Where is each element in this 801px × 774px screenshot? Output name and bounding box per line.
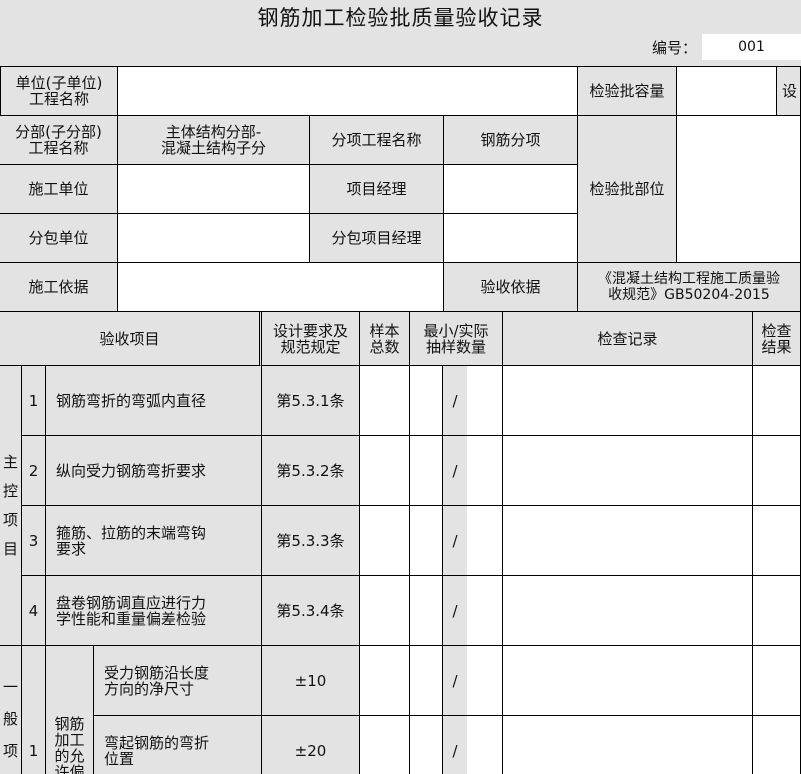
pm-label: 项目经理: [310, 165, 444, 214]
row-record[interactable]: [503, 436, 753, 506]
constructor-label: 施工单位: [0, 165, 118, 214]
row-actual-sample[interactable]: [467, 366, 503, 436]
capacity-extra: 设: [777, 67, 801, 116]
pm-field[interactable]: [444, 165, 578, 214]
row-min-sample[interactable]: [410, 576, 443, 646]
row-sample-total[interactable]: [360, 576, 410, 646]
row-sample-total[interactable]: [360, 506, 410, 576]
subitem-value: 钢筋分项: [444, 116, 578, 165]
row-result[interactable]: [753, 366, 801, 436]
row-record[interactable]: [503, 506, 753, 576]
row-sampling-sep: /: [443, 576, 467, 646]
row-result[interactable]: [753, 506, 801, 576]
row-record[interactable]: [503, 366, 753, 436]
row-min-sample[interactable]: [410, 716, 443, 774]
row-sampling-sep: /: [443, 506, 467, 576]
row-spec: 第5.3.4条: [262, 576, 360, 646]
row-record[interactable]: [503, 716, 753, 774]
row-sample-total[interactable]: [360, 646, 410, 716]
subcontractor-field[interactable]: [118, 214, 310, 263]
column-result: 检查 结果: [753, 312, 801, 366]
constructor-field[interactable]: [118, 165, 310, 214]
row-min-sample[interactable]: [410, 506, 443, 576]
unit-name-field[interactable]: [118, 67, 578, 116]
row-no: 3: [22, 506, 46, 576]
row-sample-total[interactable]: [360, 436, 410, 506]
row-sampling-sep: /: [443, 716, 467, 774]
basis-label: 施工依据: [0, 263, 118, 312]
row-spec: 第5.3.1条: [262, 366, 360, 436]
row-spec: ±10: [262, 646, 360, 716]
general-label: 一 般 项: [0, 646, 22, 774]
row-sampling-sep: /: [443, 436, 467, 506]
row-result[interactable]: [753, 576, 801, 646]
page-title: 钢筋加工检验批质量验收记录: [0, 0, 801, 34]
location-label: 检验批部位: [578, 116, 677, 263]
basis-field[interactable]: [118, 263, 444, 312]
row-result[interactable]: [753, 716, 801, 774]
row-min-sample[interactable]: [410, 646, 443, 716]
row-item: 盘卷钢筋调直应进行力 学性能和重量偏差检验: [46, 576, 262, 646]
row-spec: 第5.3.2条: [262, 436, 360, 506]
subitem-label: 分项工程名称: [310, 116, 444, 165]
row-no: 2: [22, 436, 46, 506]
inspection-sheet: 钢筋加工检验批质量验收记录 编号： 001 单位(子单位) 工程名称 检验批容量…: [0, 0, 801, 774]
row-actual-sample[interactable]: [467, 506, 503, 576]
row-no: 4: [22, 576, 46, 646]
row-result[interactable]: [753, 646, 801, 716]
row-record[interactable]: [503, 576, 753, 646]
row-item: 钢筋弯折的弯弧内直径: [46, 366, 262, 436]
row-no: 1: [22, 366, 46, 436]
row-sample-total[interactable]: [360, 366, 410, 436]
row-actual-sample[interactable]: [467, 436, 503, 506]
row-actual-sample[interactable]: [467, 576, 503, 646]
row-min-sample[interactable]: [410, 436, 443, 506]
column-sampling: 最小/实际 抽样数量: [410, 312, 503, 366]
column-sample-total: 样本 总数: [360, 312, 410, 366]
row-actual-sample[interactable]: [467, 716, 503, 774]
general-no: 1: [22, 646, 46, 774]
sub-pm-label: 分包项目经理: [310, 214, 444, 263]
row-actual-sample[interactable]: [467, 646, 503, 716]
general-group: 钢筋 加工 的允 许偏: [46, 646, 94, 774]
sub-pm-field[interactable]: [444, 214, 578, 263]
capacity-field[interactable]: [677, 67, 777, 116]
row-record[interactable]: [503, 646, 753, 716]
subcontractor-label: 分包单位: [0, 214, 118, 263]
number-row: 编号： 001: [0, 34, 801, 66]
column-record: 检查记录: [503, 312, 753, 366]
division-value: 主体结构分部- 混凝土结构子分: [118, 116, 310, 165]
location-field[interactable]: [677, 116, 801, 263]
number-label: 编号：: [652, 38, 698, 57]
column-item: 验收项目: [0, 312, 262, 366]
row-spec: ±20: [262, 716, 360, 774]
row-item: 弯起钢筋的弯折 位置: [94, 716, 262, 774]
row-sample-total[interactable]: [360, 716, 410, 774]
unit-name-label: 单位(子单位) 工程名称: [0, 67, 118, 116]
acceptance-value: 《混凝土结构工程施工质量验 收规范》GB50204-2015: [578, 263, 801, 312]
main-control-label: 主 控 项 目: [0, 366, 22, 646]
row-sampling-sep: /: [443, 646, 467, 716]
row-min-sample[interactable]: [410, 366, 443, 436]
row-sampling-sep: /: [443, 366, 467, 436]
column-design: 设计要求及 规范规定: [262, 312, 360, 366]
row-result[interactable]: [753, 436, 801, 506]
row-item: 纵向受力钢筋弯折要求: [46, 436, 262, 506]
row-spec: 第5.3.3条: [262, 506, 360, 576]
division-label: 分部(子分部) 工程名称: [0, 116, 118, 165]
row-item: 箍筋、拉筋的末端弯钩 要求: [46, 506, 262, 576]
capacity-label: 检验批容量: [578, 67, 677, 116]
acceptance-label: 验收依据: [444, 263, 578, 312]
row-item: 受力钢筋沿长度 方向的净尺寸: [94, 646, 262, 716]
number-value[interactable]: 001: [702, 34, 801, 60]
